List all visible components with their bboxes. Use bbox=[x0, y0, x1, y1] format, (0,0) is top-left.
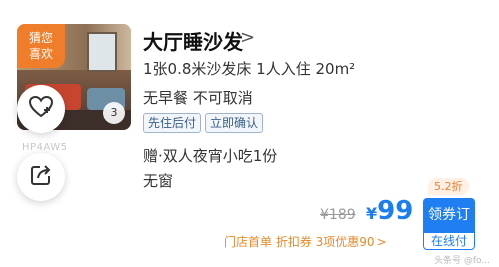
source-attribution: 头条号 @fo... bbox=[434, 256, 490, 266]
share-icon bbox=[29, 163, 53, 191]
photo-count-badge: 3 bbox=[103, 102, 125, 124]
heart-plus-icon bbox=[28, 95, 54, 123]
recommend-badge-line2: 喜欢 bbox=[28, 47, 53, 61]
original-price: ¥189 bbox=[320, 207, 356, 223]
gift-info: 赠·双人夜宵小吃1份 bbox=[143, 147, 278, 165]
window-info: 无窗 bbox=[143, 172, 174, 190]
favorite-button[interactable] bbox=[17, 85, 65, 133]
discount-badge: 5.2折 bbox=[428, 178, 469, 195]
current-price: ¥99 bbox=[366, 196, 413, 226]
meal-policy: 无早餐 不可取消 bbox=[143, 89, 253, 107]
share-button[interactable] bbox=[17, 153, 65, 201]
room-card[interactable]: 猜您 喜欢 3 HP4AW5 大厅睡沙发 > 1张0.8米沙发床 1人入住 20… bbox=[0, 0, 499, 267]
currency-symbol: ¥ bbox=[366, 204, 378, 223]
thumbnail-window bbox=[87, 32, 117, 72]
promo-link[interactable]: 门店首单 折扣券 3项优惠90 > bbox=[224, 233, 387, 250]
watermark: HP4AW5 bbox=[22, 142, 68, 153]
recommend-badge-line1: 猜您 bbox=[28, 31, 53, 45]
book-with-coupon-button[interactable]: 领券订 bbox=[423, 198, 475, 232]
promo-chevron-icon: > bbox=[376, 235, 387, 249]
recommend-badge: 猜您 喜欢 bbox=[17, 24, 65, 68]
room-title[interactable]: 大厅睡沙发 bbox=[143, 26, 243, 55]
chevron-right-icon[interactable]: > bbox=[240, 27, 255, 48]
price-value: 99 bbox=[377, 196, 414, 226]
tag-pay-later: 先住后付 bbox=[143, 113, 202, 133]
promo-text: 门店首单 折扣券 3项优惠90 bbox=[224, 235, 375, 249]
bed-info: 1张0.8米沙发床 1人入住 20m² bbox=[143, 60, 356, 78]
pay-online-label[interactable]: 在线付 bbox=[423, 232, 475, 250]
tag-instant-confirm: 立即确认 bbox=[205, 113, 264, 133]
